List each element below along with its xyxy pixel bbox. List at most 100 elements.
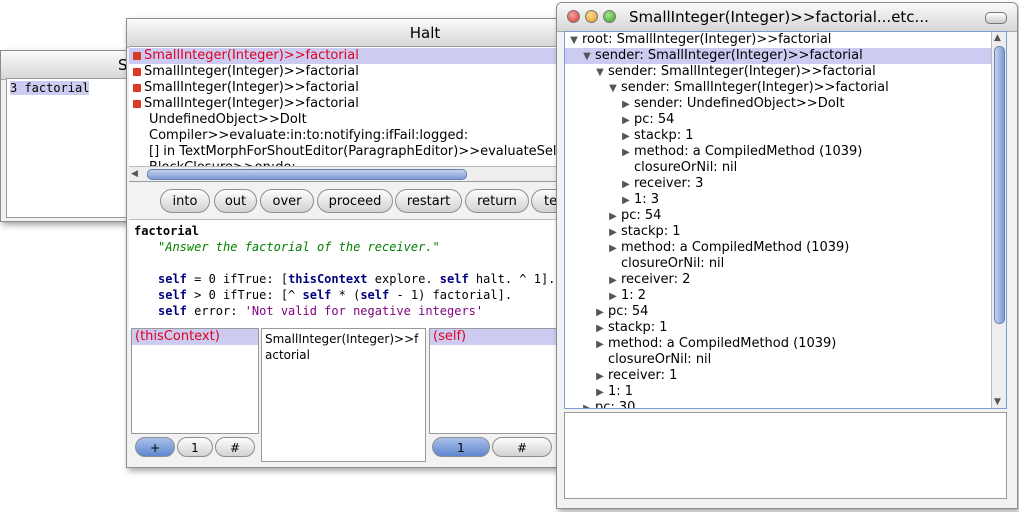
tree-node-label: root: SmallInteger(Integer)>>factorial — [582, 32, 832, 47]
tree-node[interactable]: closureOrNil: nil — [565, 352, 1006, 368]
collapsed-triangle-icon[interactable]: ▶ — [594, 337, 606, 353]
expanded-triangle-icon[interactable]: ▼ — [568, 33, 580, 49]
tree-node[interactable]: ▶ 1: 1 — [565, 384, 1006, 400]
stack-frame[interactable]: UndefinedObject>>DoIt — [129, 112, 567, 128]
expanded-triangle-icon[interactable]: ▼ — [607, 81, 619, 97]
tree-node[interactable]: ▶ stackp: 1 — [565, 224, 1006, 240]
collapsed-triangle-icon[interactable]: ▶ — [594, 305, 606, 321]
flag-icon — [133, 84, 141, 92]
context-one-button[interactable]: 1 — [177, 437, 213, 457]
collapsed-triangle-icon[interactable]: ▶ — [594, 369, 606, 385]
collapsed-triangle-icon[interactable]: ▶ — [620, 177, 632, 193]
stack-frame[interactable]: SmallInteger(Integer)>>factorial — [129, 96, 567, 112]
tree-node[interactable]: ▶ 1: 3 — [565, 192, 1006, 208]
tree-node[interactable]: ▶ sender: UndefinedObject>>DoIt — [565, 96, 1006, 112]
stack-frame[interactable]: [] in TextMorphForShoutEditor(ParagraphE… — [129, 144, 567, 160]
tree-node[interactable]: ▶ pc: 54 — [565, 112, 1006, 128]
explorer-window[interactable]: SmallInteger(Integer)>>factorial...etc..… — [556, 2, 1018, 509]
stack-frame[interactable]: SmallInteger(Integer)>>factorial — [129, 64, 567, 80]
tree-node-label: sender: SmallInteger(Integer)>>factorial — [595, 48, 863, 63]
workspace-titlebar[interactable]: S — [1, 51, 141, 80]
out-button[interactable]: out — [214, 189, 257, 213]
tree-node[interactable]: ▶ method: a CompiledMethod (1039) — [565, 336, 1006, 352]
code-pane[interactable]: factorial "Answer the factorial of the r… — [129, 219, 567, 330]
explorer-evaluator-pane[interactable] — [564, 412, 1007, 499]
debugger-window[interactable]: Halt SmallInteger(Integer)>>factorial Sma… — [126, 18, 568, 468]
proceed-button[interactable]: proceed — [317, 189, 393, 213]
tree-node[interactable]: ▶ receiver: 2 — [565, 272, 1006, 288]
tree-node-label: pc: 54 — [634, 112, 675, 127]
tree-node[interactable]: ▶ pc: 54 — [565, 208, 1006, 224]
context-hash-button[interactable]: # — [215, 437, 255, 457]
tree-scrollbar-thumb[interactable] — [994, 46, 1005, 324]
collapsed-triangle-icon[interactable]: ▶ — [607, 241, 619, 257]
collapsed-triangle-icon[interactable]: ▶ — [620, 97, 632, 113]
receiver-variables-list[interactable]: (self) — [429, 328, 567, 434]
collapse-window-button[interactable] — [985, 12, 1007, 24]
stack-scrollbar-thumb[interactable] — [147, 169, 467, 180]
stack-list[interactable]: SmallInteger(Integer)>>factorial SmallInt… — [129, 46, 567, 182]
collapsed-triangle-icon[interactable]: ▶ — [620, 129, 632, 145]
close-button[interactable] — [567, 10, 580, 23]
scroll-down-arrow-icon[interactable]: ▼ — [994, 397, 1001, 407]
collapsed-triangle-icon[interactable]: ▶ — [620, 145, 632, 161]
into-button[interactable]: into — [160, 189, 210, 213]
tree-node-label: sender: SmallInteger(Integer)>>factorial — [608, 64, 876, 79]
collapsed-triangle-icon[interactable]: ▶ — [594, 385, 606, 401]
minimize-button[interactable] — [585, 10, 598, 23]
stack-frame-label: Compiler>>evaluate:in:to:notifying:ifFai… — [149, 128, 469, 143]
scroll-up-arrow-icon[interactable]: ▲ — [994, 33, 1001, 43]
explorer-tree[interactable]: ▼ root: SmallInteger(Integer)>>factorial ▼… — [564, 31, 1007, 409]
collapsed-triangle-icon[interactable]: ▶ — [607, 289, 619, 305]
tree-node[interactable]: ▶ receiver: 1 — [565, 368, 1006, 384]
collapsed-triangle-icon[interactable]: ▶ — [620, 113, 632, 129]
context-value-pane[interactable]: SmallInteger(Integer)>>factorial — [261, 328, 426, 462]
stack-frame[interactable]: SmallInteger(Integer)>>factorial — [129, 48, 567, 64]
stack-frame-label: SmallInteger(Integer)>>factorial — [144, 48, 359, 63]
tree-node[interactable]: closureOrNil: nil — [565, 160, 1006, 176]
workspace-window[interactable]: S 3 factorial — [0, 50, 142, 222]
tree-node[interactable]: ▶ stackp: 1 — [565, 128, 1006, 144]
explorer-titlebar[interactable]: SmallInteger(Integer)>>factorial...etc..… — [557, 3, 1017, 32]
context-add-button[interactable]: + — [135, 437, 175, 457]
scroll-left-arrow-icon[interactable]: ◀ — [131, 167, 138, 181]
receiver-one-button[interactable]: 1 — [432, 437, 490, 457]
expanded-triangle-icon[interactable]: ▼ — [594, 65, 606, 81]
tree-node[interactable]: ▶ method: a CompiledMethod (1039) — [565, 240, 1006, 256]
collapsed-triangle-icon[interactable]: ▶ — [594, 321, 606, 337]
collapsed-triangle-icon[interactable]: ▶ — [581, 401, 593, 408]
context-variables-list[interactable]: (thisContext) — [131, 328, 259, 434]
collapsed-triangle-icon[interactable]: ▶ — [607, 209, 619, 225]
context-selected-item[interactable]: (thisContext) — [132, 329, 258, 345]
workspace-text-pane[interactable]: 3 factorial — [6, 78, 141, 218]
tree-node[interactable]: ▶ receiver: 3 — [565, 176, 1006, 192]
collapsed-triangle-icon[interactable]: ▶ — [607, 273, 619, 289]
tree-node[interactable]: closureOrNil: nil — [565, 256, 1006, 272]
tree-node[interactable]: ▶ pc: 54 — [565, 304, 1006, 320]
expanded-triangle-icon[interactable]: ▼ — [581, 49, 593, 65]
collapsed-triangle-icon[interactable]: ▶ — [607, 225, 619, 241]
tree-node[interactable]: ▶ pc: 30 — [565, 400, 1006, 408]
tree-node-label: method: a CompiledMethod (1039) — [634, 144, 863, 159]
tree-node[interactable]: ▼ root: SmallInteger(Integer)>>factorial — [565, 32, 1006, 48]
over-button[interactable]: over — [260, 189, 314, 213]
tree-node[interactable]: ▶ stackp: 1 — [565, 320, 1006, 336]
zoom-button[interactable] — [603, 10, 616, 23]
stack-frame[interactable]: SmallInteger(Integer)>>factorial — [129, 80, 567, 96]
stack-horizontal-scrollbar[interactable]: ◀ — [129, 166, 567, 181]
debugger-titlebar[interactable]: Halt — [127, 19, 567, 48]
tree-node[interactable]: ▼ sender: SmallInteger(Integer)>>factoria… — [565, 80, 1006, 96]
debugger-button-bar: into out over proceed restart return ter — [127, 187, 567, 217]
tree-node[interactable]: ▶ 1: 2 — [565, 288, 1006, 304]
tree-node[interactable]: ▶ method: a CompiledMethod (1039) — [565, 144, 1006, 160]
stack-frame-label: SmallInteger(Integer)>>factorial — [144, 96, 359, 111]
restart-button[interactable]: restart — [395, 189, 462, 213]
collapsed-triangle-icon[interactable]: ▶ — [620, 193, 632, 209]
receiver-selected-item[interactable]: (self) — [430, 329, 567, 345]
stack-frame[interactable]: Compiler>>evaluate:in:to:notifying:ifFai… — [129, 128, 567, 144]
receiver-hash-button[interactable]: # — [492, 437, 552, 457]
return-button[interactable]: return — [465, 189, 529, 213]
tree-node[interactable]: ▼ sender: SmallInteger(Integer)>>factoria… — [565, 64, 1006, 80]
tree-vertical-scrollbar[interactable]: ▲ ▼ — [991, 32, 1006, 408]
tree-node[interactable]: ▼ sender: SmallInteger(Integer)>>factoria… — [565, 48, 1006, 64]
